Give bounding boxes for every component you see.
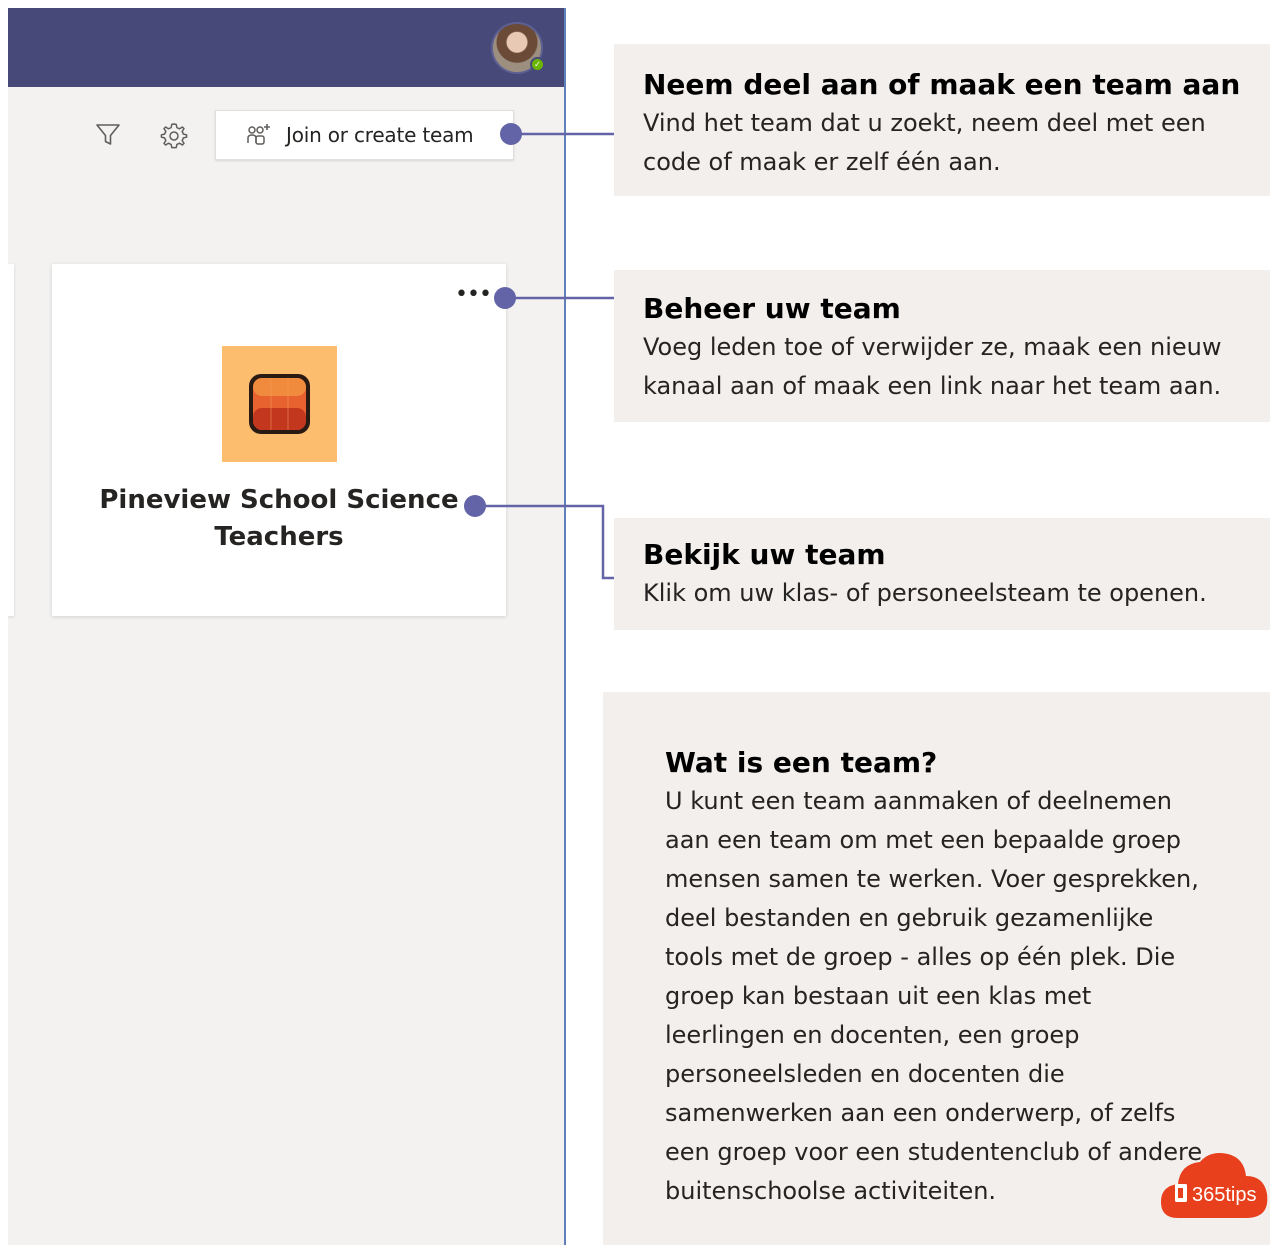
join-or-create-team-button[interactable]: Join or create team [215, 110, 514, 160]
team-avatar [222, 346, 337, 462]
brand-cloud-logo: 365tips [1160, 1153, 1268, 1218]
callout-text: Voeg leden toe of verwijder ze, maak een… [643, 333, 1222, 400]
brand-text: 365tips [1192, 1184, 1257, 1206]
adjacent-team-card[interactable] [8, 264, 14, 616]
callout-text: Klik om uw klas- of personeelsteam te op… [643, 579, 1207, 607]
presence-available-icon: ✓ [530, 57, 545, 72]
join-button-label: Join or create team [286, 123, 474, 147]
people-add-icon [247, 124, 270, 145]
callout-view-team: Bekijk uw team Klik om uw klas- of perso… [614, 518, 1270, 630]
callout-title: Neem deel aan of maak een team aan [643, 68, 1241, 101]
team-logo-icon [249, 374, 310, 434]
team-card[interactable]: ••• Pineview School Science Teachers [52, 264, 506, 616]
callout-join-team: Neem deel aan of maak een team aan Vind … [614, 44, 1270, 196]
callout-text: Vind het team dat u zoekt, neem deel met… [643, 109, 1206, 176]
callout-manage-team: Beheer uw team Voeg leden toe of verwijd… [614, 270, 1270, 422]
info-title: Wat is een team? [665, 746, 938, 779]
team-name[interactable]: Pineview School Science Teachers [52, 482, 506, 556]
title-bar: ✓ [8, 8, 566, 87]
gear-icon[interactable] [160, 121, 188, 149]
filter-icon[interactable] [94, 121, 122, 149]
info-text: U kunt een team aanmaken of deelnemen aa… [665, 787, 1203, 1205]
callout-title: Beheer uw team [643, 292, 901, 325]
callout-title: Bekijk uw team [643, 538, 886, 571]
teams-window: ✓ Join or create team ••• Pineview Schoo… [8, 8, 566, 1245]
more-options-icon[interactable]: ••• [455, 284, 492, 306]
divider [564, 8, 566, 1245]
